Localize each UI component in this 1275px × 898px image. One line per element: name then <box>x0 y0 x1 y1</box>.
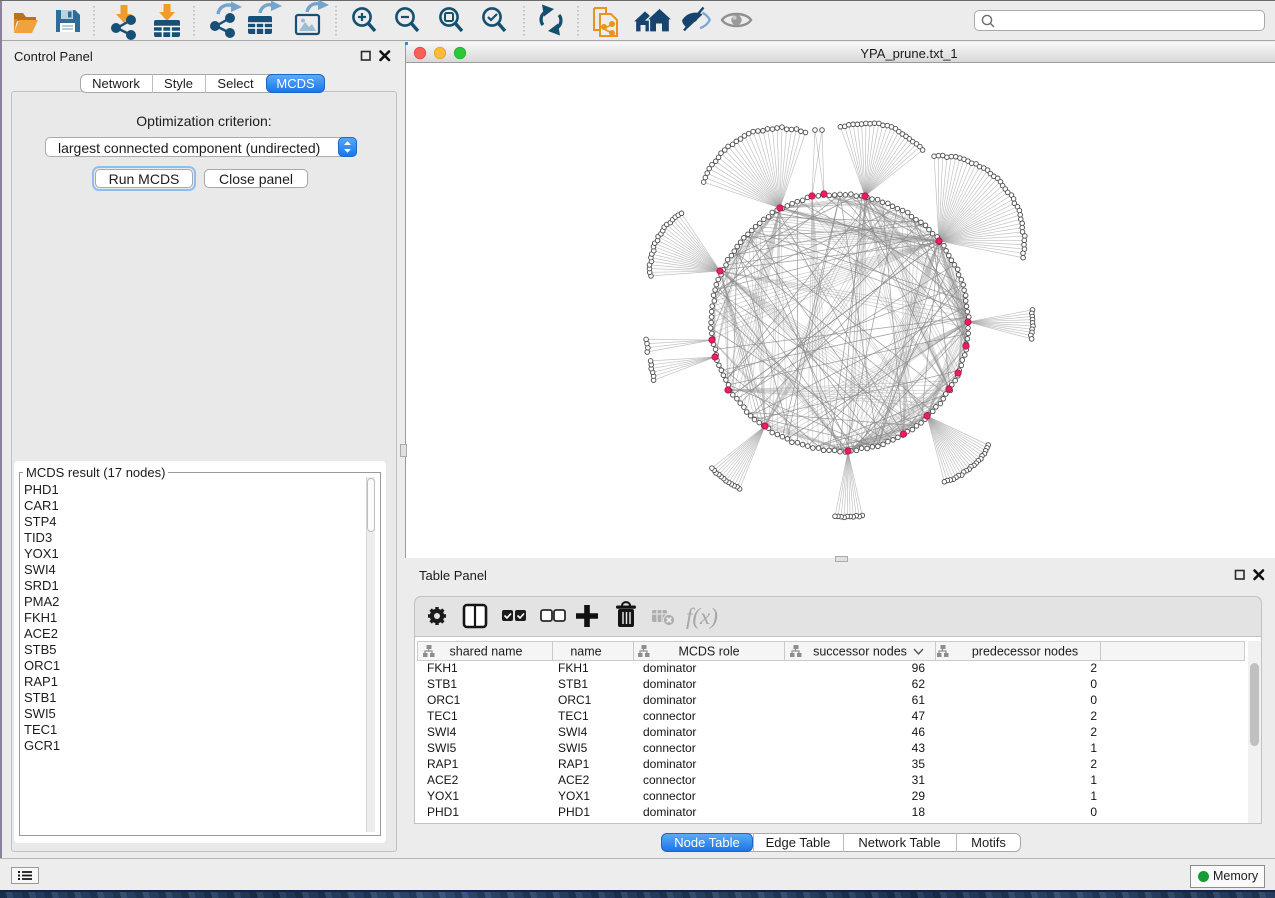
svg-text:dominator: dominator <box>643 725 696 739</box>
svg-text:47: 47 <box>912 709 926 723</box>
svg-text:SWI4: SWI4 <box>427 725 457 739</box>
svg-text:dominator: dominator <box>643 693 696 707</box>
svg-text:43: 43 <box>912 741 926 755</box>
svg-text:dominator: dominator <box>643 661 696 675</box>
svg-text:29: 29 <box>912 789 926 803</box>
svg-text:successor nodes: successor nodes <box>813 645 907 659</box>
svg-text:dominator: dominator <box>643 757 696 771</box>
svg-text:FKH1: FKH1 <box>558 661 589 675</box>
svg-text:ORC1: ORC1 <box>558 693 592 707</box>
svg-text:RAP1: RAP1 <box>427 757 459 771</box>
svg-text:ACE2: ACE2 <box>427 773 459 787</box>
svg-text:31: 31 <box>912 773 926 787</box>
svg-text:2: 2 <box>1090 709 1097 723</box>
svg-text:YOX1: YOX1 <box>558 789 590 803</box>
svg-text:1: 1 <box>1090 789 1097 803</box>
svg-text:PHD1: PHD1 <box>558 805 590 819</box>
svg-text:1: 1 <box>1090 773 1097 787</box>
svg-text:2: 2 <box>1090 725 1097 739</box>
svg-text:ORC1: ORC1 <box>427 693 461 707</box>
svg-text:62: 62 <box>912 677 926 691</box>
svg-text:2: 2 <box>1090 661 1097 675</box>
svg-text:dominator: dominator <box>643 677 696 691</box>
svg-text:1: 1 <box>1090 741 1097 755</box>
svg-text:SWI5: SWI5 <box>427 741 457 755</box>
svg-text:0: 0 <box>1090 677 1097 691</box>
svg-text:PHD1: PHD1 <box>427 805 459 819</box>
svg-text:shared name: shared name <box>450 645 523 659</box>
svg-text:YOX1: YOX1 <box>427 789 459 803</box>
svg-text:RAP1: RAP1 <box>558 757 590 771</box>
svg-text:STB1: STB1 <box>427 677 457 691</box>
svg-text:f(x): f(x) <box>686 604 718 629</box>
svg-text:connector: connector <box>643 773 696 787</box>
svg-text:connector: connector <box>643 709 696 723</box>
svg-text:ACE2: ACE2 <box>558 773 590 787</box>
svg-text:connector: connector <box>643 789 696 803</box>
svg-text:MCDS role: MCDS role <box>678 645 739 659</box>
svg-text:SWI4: SWI4 <box>558 725 588 739</box>
svg-text:96: 96 <box>912 661 926 675</box>
svg-text:2: 2 <box>1090 757 1097 771</box>
svg-text:connector: connector <box>643 741 696 755</box>
svg-text:name: name <box>570 645 601 659</box>
svg-text:46: 46 <box>912 725 926 739</box>
svg-text:STB1: STB1 <box>558 677 588 691</box>
svg-text:predecessor nodes: predecessor nodes <box>972 645 1078 659</box>
svg-text:61: 61 <box>912 693 926 707</box>
svg-text:0: 0 <box>1090 693 1097 707</box>
svg-text:FKH1: FKH1 <box>427 661 458 675</box>
svg-text:SWI5: SWI5 <box>558 741 588 755</box>
svg-text:18: 18 <box>912 805 926 819</box>
svg-text:TEC1: TEC1 <box>558 709 589 723</box>
svg-text:35: 35 <box>912 757 926 771</box>
svg-text:TEC1: TEC1 <box>427 709 458 723</box>
svg-text:0: 0 <box>1090 805 1097 819</box>
svg-text:dominator: dominator <box>643 805 696 819</box>
